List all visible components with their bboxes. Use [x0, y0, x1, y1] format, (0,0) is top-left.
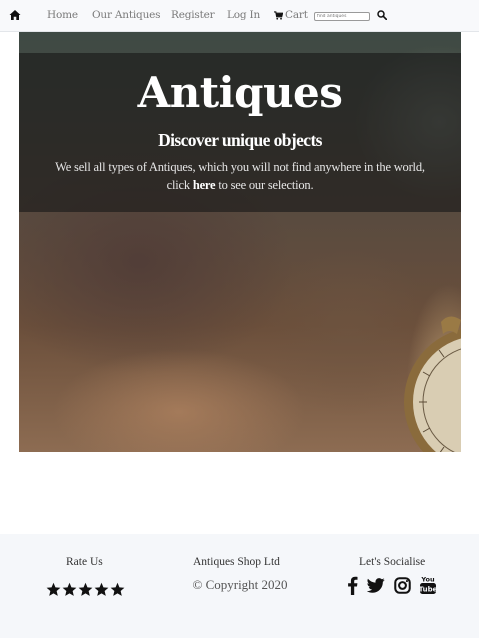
home-icon[interactable]	[9, 9, 21, 21]
search-input[interactable]	[314, 12, 370, 21]
twitter-icon[interactable]	[367, 578, 385, 593]
hero-description: We sell all types of Antiques, which you…	[43, 158, 437, 194]
here-link[interactable]: here	[193, 178, 216, 192]
top-navbar: Home Our Antiques Register Log In Cart	[0, 0, 479, 32]
facebook-icon[interactable]	[347, 576, 358, 595]
star-icon[interactable]	[78, 582, 93, 597]
nav-link-our-antiques[interactable]: Our Antiques	[92, 9, 161, 21]
nav-link-home[interactable]: Home	[47, 9, 78, 21]
star-icon[interactable]	[110, 582, 125, 597]
instagram-icon[interactable]	[394, 577, 411, 594]
svg-text:Tube: Tube	[419, 586, 437, 594]
company-name: Antiques Shop Ltd	[193, 556, 280, 568]
copyright-text: © Copyright 2020	[192, 577, 288, 592]
svg-text:You: You	[420, 576, 435, 584]
star-icon[interactable]	[62, 582, 77, 597]
rating-stars[interactable]	[46, 582, 125, 597]
star-icon[interactable]	[46, 582, 61, 597]
star-icon[interactable]	[94, 582, 109, 597]
search-icon[interactable]	[377, 10, 387, 20]
hero-banner: Antiques Discover unique objects We sell…	[19, 32, 461, 452]
youtube-icon[interactable]: You Tube	[419, 575, 437, 595]
nav-link-log-in[interactable]: Log In	[227, 9, 260, 21]
footer: Rate Us Antiques Shop Ltd © Copyright 20…	[0, 534, 479, 638]
rate-us-heading: Rate Us	[66, 556, 103, 568]
hero-description-tail: to see our selection.	[215, 178, 314, 192]
nav-link-cart[interactable]: Cart	[285, 9, 308, 21]
nav-link-register[interactable]: Register	[171, 9, 215, 21]
hero-subtitle: Discover unique objects	[158, 130, 322, 150]
hero-title: Antiques	[137, 68, 343, 117]
compass-image	[404, 316, 461, 452]
social-heading: Let's Socialise	[359, 556, 426, 568]
cart-icon[interactable]	[274, 11, 283, 20]
